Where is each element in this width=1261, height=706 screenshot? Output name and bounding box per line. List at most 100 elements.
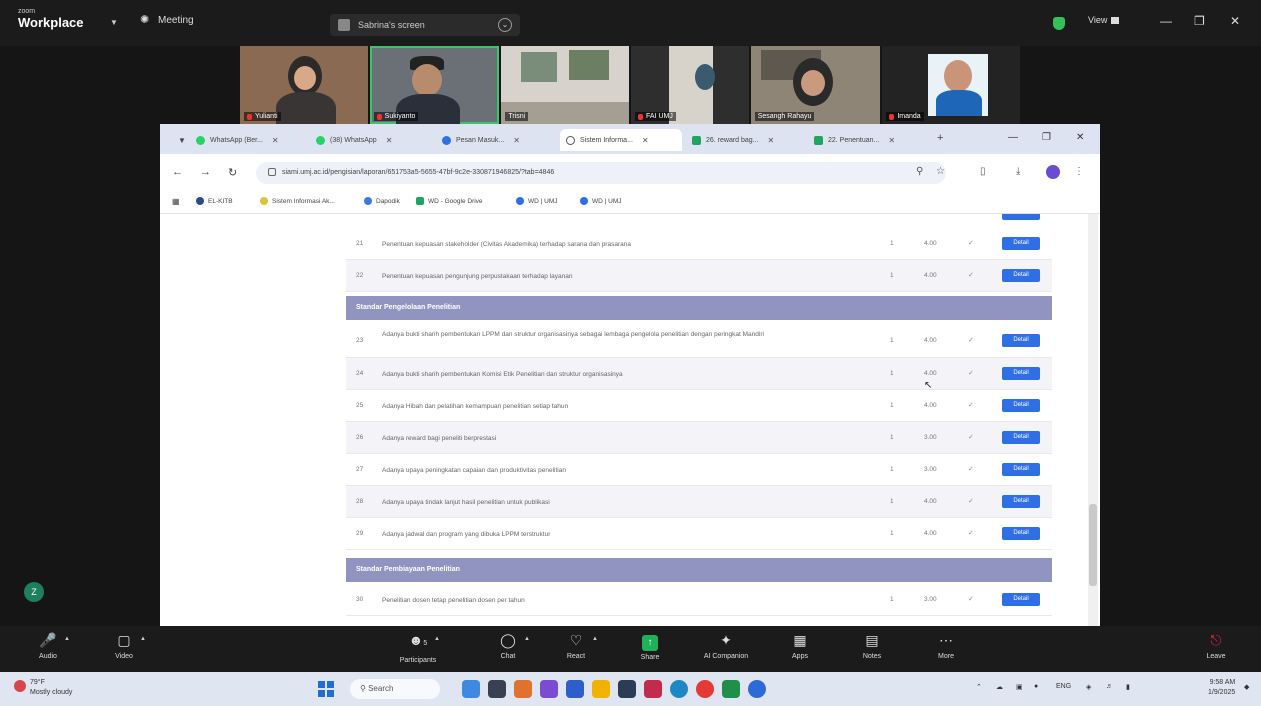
- chevron-up-icon[interactable]: ▲: [434, 636, 440, 642]
- tab-penentuan[interactable]: 22. Penentuan... ✕: [808, 129, 928, 151]
- wifi-icon[interactable]: ◈: [1086, 683, 1091, 691]
- task-view-icon[interactable]: [488, 680, 506, 698]
- tab-whatsapp-business[interactable]: WhatsApp (Ber... ✕: [190, 129, 310, 151]
- close-icon[interactable]: ✕: [386, 136, 393, 145]
- apps-grid-icon[interactable]: ▦: [172, 197, 180, 206]
- copilot-icon[interactable]: [462, 680, 480, 698]
- profile-avatar[interactable]: [1046, 165, 1060, 179]
- detail-button[interactable]: Detail: [1002, 367, 1040, 380]
- participant-tile-active[interactable]: Sukiyanto: [369, 46, 500, 124]
- app-icon[interactable]: [644, 680, 662, 698]
- chevron-up-icon[interactable]: ⌃: [976, 683, 982, 691]
- volume-icon[interactable]: ♬: [1106, 683, 1113, 690]
- close-icon[interactable]: ✕: [1076, 132, 1084, 143]
- participant-tile[interactable]: Imanda: [882, 46, 1020, 124]
- participants-button[interactable]: ☻5 Participants ▲: [388, 630, 448, 664]
- notes-button[interactable]: ▤ Notes: [842, 630, 902, 660]
- bookmark-sistem-informasi[interactable]: Sistem Informasi Ak...: [260, 197, 335, 205]
- windows-start-icon[interactable]: [318, 681, 334, 697]
- store-icon[interactable]: [618, 680, 636, 698]
- tab-reward[interactable]: 26. reward bag... ✕: [686, 129, 804, 151]
- chevron-down-icon[interactable]: ⌄: [498, 18, 512, 32]
- bookmark-wd-umj-2[interactable]: WD | UMJ: [580, 197, 622, 205]
- share-button[interactable]: ↑ Share: [620, 630, 680, 661]
- participant-tile[interactable]: FAI UMJ: [631, 46, 749, 124]
- close-icon[interactable]: ✕: [1230, 14, 1240, 28]
- chrome-icon[interactable]: [696, 680, 714, 698]
- word-icon[interactable]: [566, 680, 584, 698]
- chevron-up-icon[interactable]: ▲: [592, 636, 598, 642]
- bookmark-google-drive[interactable]: WD - Google Drive: [416, 197, 483, 205]
- teams-icon[interactable]: [540, 680, 558, 698]
- network-icon[interactable]: ☁: [996, 683, 1003, 691]
- forward-icon[interactable]: →: [200, 166, 211, 178]
- back-icon[interactable]: ←: [172, 166, 183, 178]
- download-icon[interactable]: ⤓: [1016, 166, 1020, 177]
- url-field[interactable]: siami.umj.ac.id/pengisian/laporan/651753…: [256, 162, 946, 184]
- ai-companion-button[interactable]: ✦ AI Companion: [696, 630, 756, 660]
- reload-icon[interactable]: ↻: [228, 166, 237, 179]
- edge-icon[interactable]: [670, 680, 688, 698]
- detail-button[interactable]: Detail: [1002, 463, 1040, 476]
- detail-button[interactable]: Detail: [1002, 527, 1040, 540]
- restore-icon[interactable]: ❐: [1042, 132, 1051, 143]
- meeting-info-button[interactable]: ✺ Meeting: [140, 14, 194, 26]
- weather-widget[interactable]: 79°F Mostly cloudy: [14, 678, 72, 698]
- chevron-up-icon[interactable]: ▲: [524, 636, 530, 642]
- zoom-app-icon[interactable]: [748, 680, 766, 698]
- notification-bell-icon[interactable]: ◆: [1244, 683, 1249, 691]
- leave-button[interactable]: ⎋ Leave: [1186, 630, 1246, 660]
- video-button[interactable]: ▢ Video ▲: [94, 630, 154, 660]
- chat-avatar[interactable]: Z: [24, 582, 44, 602]
- close-icon[interactable]: ✕: [642, 136, 649, 145]
- tab-whatsapp[interactable]: (38) WhatsApp ✕: [310, 129, 432, 151]
- participant-tile[interactable]: Yulianti: [240, 46, 368, 124]
- page-scrollbar[interactable]: [1088, 214, 1098, 626]
- battery-icon[interactable]: ▮: [1126, 683, 1130, 691]
- minimize-icon[interactable]: —: [1008, 132, 1018, 143]
- scrollbar-thumb[interactable]: [1089, 504, 1097, 586]
- close-icon[interactable]: ✕: [513, 136, 520, 145]
- taskbar-search[interactable]: ⚲ Search: [350, 679, 440, 699]
- close-icon[interactable]: ✕: [272, 136, 279, 145]
- detail-button[interactable]: Detail: [1002, 431, 1040, 444]
- new-tab-icon[interactable]: +: [937, 132, 943, 144]
- apps-button[interactable]: ▦ Apps: [770, 630, 830, 660]
- star-icon[interactable]: ☆: [936, 166, 945, 177]
- detail-button[interactable]: Detail: [1002, 399, 1040, 412]
- chevron-up-icon[interactable]: ▲: [64, 636, 70, 642]
- extensions-icon[interactable]: ▯: [980, 166, 986, 177]
- chat-button[interactable]: ◯ Chat ▲: [478, 630, 538, 660]
- minimize-icon[interactable]: —: [1160, 14, 1172, 28]
- bookmark-wd-umj[interactable]: WD | UMJ: [516, 197, 558, 205]
- participant-tile[interactable]: Sesangh Rahayu: [750, 46, 881, 124]
- screen-share-banner[interactable]: Sabrina's screen ⌄: [330, 14, 520, 36]
- system-clock[interactable]: 9:58 AM 1/9/2025: [1208, 678, 1235, 698]
- detail-button[interactable]: Detail: [1002, 237, 1040, 250]
- bookmark-dapodik[interactable]: Dapodik: [364, 197, 400, 205]
- detail-button[interactable]: Detail: [1002, 269, 1040, 282]
- app-icon[interactable]: [514, 680, 532, 698]
- language-indicator[interactable]: ENG: [1056, 683, 1071, 690]
- chevron-up-icon[interactable]: ▲: [140, 636, 146, 642]
- view-button[interactable]: View: [1088, 15, 1120, 25]
- mic-icon[interactable]: ●: [1034, 683, 1038, 690]
- restore-icon[interactable]: ❐: [1194, 14, 1205, 28]
- close-icon[interactable]: ✕: [768, 136, 775, 145]
- detail-button-partial[interactable]: [1002, 214, 1040, 220]
- chevron-down-icon[interactable]: ▼: [110, 18, 118, 27]
- detail-button[interactable]: Detail: [1002, 495, 1040, 508]
- more-button[interactable]: ⋯ More: [916, 630, 976, 660]
- zoom-icon[interactable]: ⚲: [916, 166, 923, 177]
- detail-button[interactable]: Detail: [1002, 593, 1040, 606]
- security-shield-icon[interactable]: [1053, 17, 1065, 30]
- file-explorer-icon[interactable]: [592, 680, 610, 698]
- tab-search-icon[interactable]: ▼: [172, 129, 192, 151]
- app-tray-icon[interactable]: ▣: [1016, 683, 1023, 691]
- menu-icon[interactable]: ⋮: [1074, 166, 1084, 177]
- tab-pesan-masuk[interactable]: Pesan Masuk... ✕: [436, 129, 556, 151]
- react-button[interactable]: ♡ React ▲: [546, 630, 606, 660]
- excel-icon[interactable]: [722, 680, 740, 698]
- close-icon[interactable]: ✕: [888, 136, 895, 145]
- tab-sistem-informasi[interactable]: Sistem Informa... ✕: [560, 129, 682, 151]
